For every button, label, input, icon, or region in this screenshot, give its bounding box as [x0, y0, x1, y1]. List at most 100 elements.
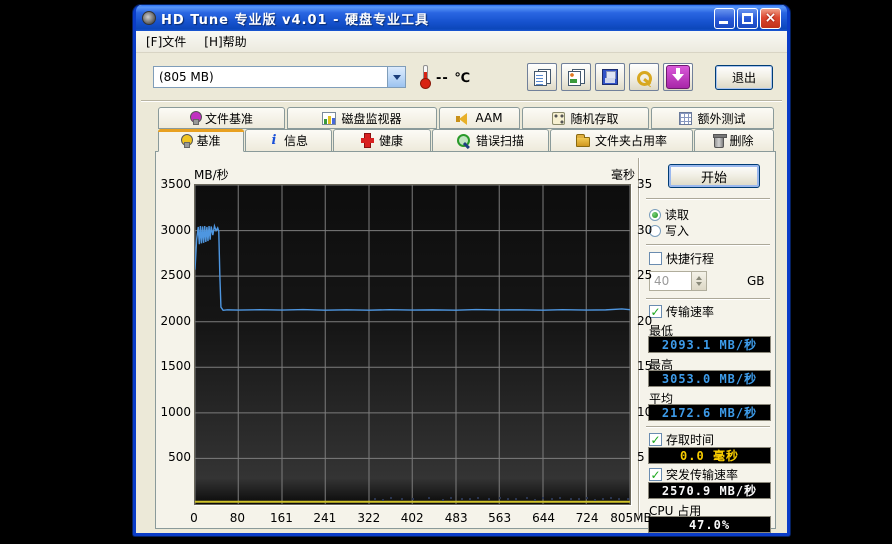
y-right-tick: 30 — [637, 223, 652, 237]
exit-button[interactable]: 退出 — [715, 65, 773, 90]
update-button[interactable] — [663, 63, 693, 91]
transfer-rate-checkbox[interactable]: 传输速率 — [649, 303, 714, 320]
burst-rate-checkbox[interactable]: 突发传输速率 — [649, 466, 738, 483]
y-left-axis-title: MB/秒 — [194, 166, 229, 183]
save-button[interactable] — [595, 63, 625, 91]
menu-bar: [F]文件 [H]帮助 — [136, 31, 787, 53]
cpu-usage-value: 47.0% — [648, 516, 771, 533]
radio-selected-icon[interactable] — [649, 209, 661, 221]
x-tick: 483 — [445, 511, 468, 525]
temperature-readout: -- ℃ — [436, 71, 471, 86]
min-value: 2093.1 MB/秒 — [648, 336, 771, 353]
short-stroke-size-value: 40 — [650, 274, 691, 288]
access-time-dot — [594, 499, 596, 501]
x-tick: 80 — [230, 511, 245, 525]
temperature-value: -- — [436, 71, 449, 86]
spinner-arrows[interactable] — [691, 272, 706, 290]
start-button[interactable]: 开始 — [668, 164, 760, 188]
access-time-dot — [542, 497, 544, 499]
menu-file[interactable]: [F]文件 — [144, 31, 188, 52]
tab-info[interactable]: i信息 — [245, 129, 332, 152]
access-time-dot — [469, 498, 471, 500]
y-right-tick: 10 — [637, 405, 652, 419]
access-time-checkbox[interactable]: 存取时间 — [649, 431, 714, 448]
red-cross-icon — [361, 134, 374, 147]
maximize-button[interactable] — [737, 8, 758, 29]
tab-health[interactable]: 健康 — [333, 129, 431, 152]
info-icon: i — [269, 133, 279, 148]
short-stroke-checkbox[interactable]: 快捷行程 — [649, 250, 714, 267]
spin-up-icon[interactable] — [696, 273, 702, 280]
access-time-dot — [610, 497, 612, 499]
y-right-tick: 35 — [637, 177, 652, 191]
toolbar: (805 MB) -- ℃ 退出 — [136, 53, 787, 99]
speaker-icon — [456, 112, 470, 125]
tab-erase[interactable]: 删除 — [694, 129, 774, 152]
minimize-icon — [719, 21, 728, 24]
y-left-tick: 2000 — [158, 314, 191, 328]
x-tick: 805MB — [610, 511, 652, 525]
panel-divider — [638, 158, 640, 522]
tab-aam[interactable]: AAM — [439, 107, 520, 129]
folder-icon — [576, 137, 590, 147]
hdtune-window: HD Tune 专业版 v4.01 - 硬盘专业工具 × [F]文件 [H]帮助… — [133, 5, 790, 536]
tab-benchmark[interactable]: 基准 — [158, 129, 244, 152]
x-tick: 0 — [190, 511, 198, 525]
burst-rate-value: 2570.9 MB/秒 — [648, 482, 771, 499]
access-time-dot — [450, 497, 452, 499]
drive-select[interactable]: (805 MB) — [153, 66, 406, 88]
tab-disk-monitor[interactable]: 磁盘监视器 — [287, 107, 437, 129]
copy-text-button[interactable] — [527, 63, 557, 91]
spin-down-icon[interactable] — [696, 282, 702, 289]
access-time-dot — [412, 498, 414, 500]
x-tick: 724 — [576, 511, 599, 525]
copy-image-icon — [568, 69, 585, 86]
access-time-dot — [586, 497, 588, 499]
desktop-background: HD Tune 专业版 v4.01 - 硬盘专业工具 × [F]文件 [H]帮助… — [0, 0, 892, 544]
yellow-bulb-icon — [181, 134, 191, 148]
y-right-tick: 20 — [637, 314, 652, 328]
access-time-dot — [618, 498, 620, 500]
write-radio[interactable]: 写入 — [649, 222, 689, 239]
copy-image-button[interactable] — [561, 63, 591, 91]
checkbox-checked-icon[interactable] — [649, 468, 662, 481]
chart-canvas — [195, 185, 630, 504]
access-time-dot — [374, 498, 376, 500]
y-left-tick: 3000 — [158, 223, 191, 237]
magnifier-icon — [457, 134, 471, 148]
temperature-unit: ℃ — [454, 71, 471, 86]
checkbox-checked-icon[interactable] — [649, 433, 662, 446]
y-right-tick: 15 — [637, 359, 652, 373]
max-value: 3053.0 MB/秒 — [648, 370, 771, 387]
copy-text-icon — [534, 69, 551, 86]
read-radio[interactable]: 读取 — [649, 206, 689, 223]
y-left-tick: 2500 — [158, 268, 191, 282]
close-button[interactable]: × — [760, 8, 781, 29]
x-tick: 241 — [313, 511, 336, 525]
short-stroke-size-input[interactable]: 40 — [649, 271, 707, 291]
access-time-dot — [507, 498, 509, 500]
options-button[interactable] — [629, 63, 659, 91]
toolbar-buttons — [527, 63, 693, 91]
menu-help[interactable]: [H]帮助 — [202, 31, 248, 52]
x-tick: 402 — [401, 511, 424, 525]
y-left-tick: 500 — [158, 450, 191, 464]
tab-folder-usage[interactable]: 文件夹占用率 — [550, 129, 693, 152]
chevron-down-icon[interactable] — [387, 67, 405, 87]
floppy-save-icon — [602, 69, 618, 85]
access-time-dot — [382, 499, 384, 501]
grid-chart-icon — [679, 112, 692, 125]
bar-chart-icon — [322, 112, 336, 125]
access-time-dot — [551, 498, 553, 500]
tab-random-access[interactable]: 随机存取 — [522, 107, 649, 129]
title-bar[interactable]: HD Tune 专业版 v4.01 - 硬盘专业工具 × — [136, 5, 787, 31]
checkbox-unchecked-icon[interactable] — [649, 252, 662, 265]
access-time-dot — [515, 498, 517, 500]
window-title: HD Tune 专业版 v4.01 - 硬盘专业工具 — [161, 9, 429, 28]
tab-file-benchmark[interactable]: 文件基准 — [158, 107, 285, 129]
access-time-dot — [499, 497, 501, 499]
tab-extra-tests[interactable]: 额外测试 — [651, 107, 774, 129]
tab-error-scan[interactable]: 错误扫描 — [432, 129, 549, 152]
access-time-dot — [602, 498, 604, 500]
minimize-button[interactable] — [714, 8, 735, 29]
